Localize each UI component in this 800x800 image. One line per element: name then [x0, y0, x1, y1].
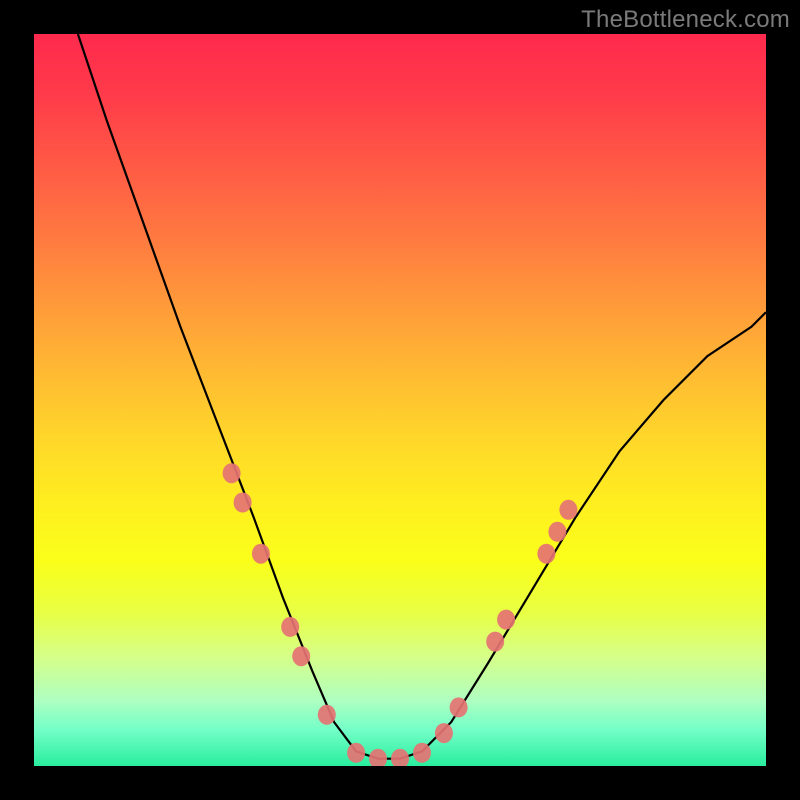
data-marker [292, 646, 310, 666]
data-marker [318, 705, 336, 725]
chart-svg [34, 34, 766, 766]
data-marker [537, 544, 555, 564]
data-marker [281, 617, 299, 637]
watermark-text: TheBottleneck.com [581, 6, 790, 34]
data-marker [369, 749, 387, 766]
data-marker [548, 522, 566, 542]
data-marker [252, 544, 270, 564]
data-marker [234, 493, 252, 513]
data-marker [559, 500, 577, 520]
data-marker [497, 610, 515, 630]
data-marker [450, 697, 468, 717]
data-marker [435, 723, 453, 743]
data-marker [486, 632, 504, 652]
chart-frame: TheBottleneck.com [0, 0, 800, 800]
plot-area [34, 34, 766, 766]
data-marker [223, 463, 241, 483]
curve-markers [223, 463, 578, 766]
data-marker [347, 743, 365, 763]
data-marker [413, 743, 431, 763]
bottleneck-curve [78, 34, 766, 759]
data-marker [391, 749, 409, 766]
